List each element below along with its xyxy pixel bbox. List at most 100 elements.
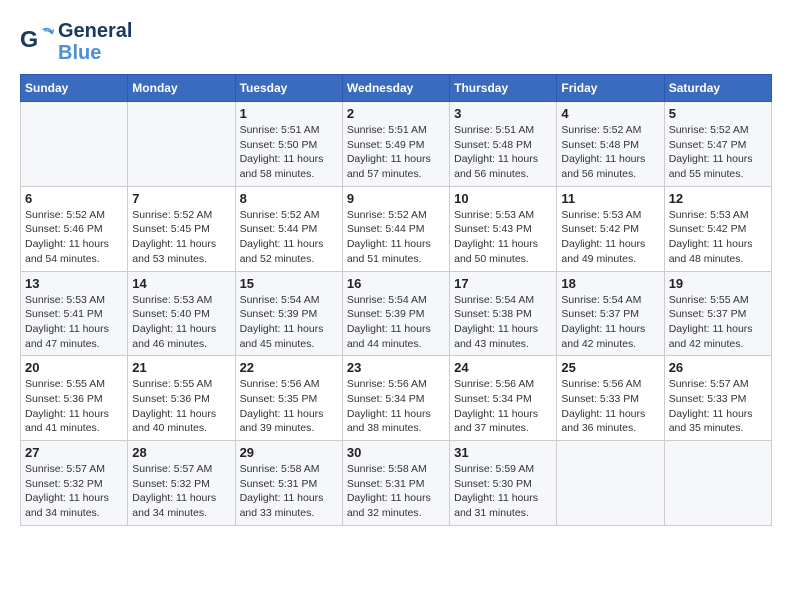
calendar-cell: 1 Sunrise: 5:51 AMSunset: 5:50 PMDaylight…: [235, 102, 342, 187]
day-info: Sunrise: 5:52 AMSunset: 5:45 PMDaylight:…: [132, 208, 230, 267]
day-info: Sunrise: 5:52 AMSunset: 5:44 PMDaylight:…: [240, 208, 338, 267]
day-info: Sunrise: 5:59 AMSunset: 5:30 PMDaylight:…: [454, 462, 552, 521]
calendar-cell: 14 Sunrise: 5:53 AMSunset: 5:40 PMDayligh…: [128, 271, 235, 356]
calendar-day-header: Friday: [557, 75, 664, 102]
calendar-cell: [21, 102, 128, 187]
calendar-cell: 30 Sunrise: 5:58 AMSunset: 5:31 PMDayligh…: [342, 441, 449, 526]
day-info: Sunrise: 5:53 AMSunset: 5:42 PMDaylight:…: [561, 208, 659, 267]
day-number: 5: [669, 106, 767, 121]
day-info: Sunrise: 5:54 AMSunset: 5:37 PMDaylight:…: [561, 293, 659, 352]
calendar-cell: 28 Sunrise: 5:57 AMSunset: 5:32 PMDayligh…: [128, 441, 235, 526]
calendar-cell: [557, 441, 664, 526]
day-number: 28: [132, 445, 230, 460]
calendar-cell: 29 Sunrise: 5:58 AMSunset: 5:31 PMDayligh…: [235, 441, 342, 526]
calendar-cell: 21Sunrise: 5:55 AMSunset: 5:36 PMDayligh…: [128, 356, 235, 441]
calendar-cell: 19Sunrise: 5:55 AMSunset: 5:37 PMDayligh…: [664, 271, 771, 356]
day-number: 18: [561, 276, 659, 291]
day-number: 31: [454, 445, 552, 460]
calendar-cell: 31 Sunrise: 5:59 AMSunset: 5:30 PMDayligh…: [450, 441, 557, 526]
calendar-day-header: Sunday: [21, 75, 128, 102]
day-info: Sunrise: 5:51 AMSunset: 5:48 PMDaylight:…: [454, 123, 552, 182]
calendar-cell: 16 Sunrise: 5:54 AMSunset: 5:39 PMDayligh…: [342, 271, 449, 356]
svg-text:G: G: [20, 26, 38, 52]
day-info: Sunrise: 5:54 AMSunset: 5:39 PMDaylight:…: [240, 293, 338, 352]
calendar-cell: 2 Sunrise: 5:51 AMSunset: 5:49 PMDaylight…: [342, 102, 449, 187]
day-info: Sunrise: 5:52 AMSunset: 5:46 PMDaylight:…: [25, 208, 123, 267]
day-info: Sunrise: 5:56 AMSunset: 5:35 PMDaylight:…: [240, 377, 338, 436]
calendar-cell: 23 Sunrise: 5:56 AMSunset: 5:34 PMDayligh…: [342, 356, 449, 441]
day-info: Sunrise: 5:53 AMSunset: 5:43 PMDaylight:…: [454, 208, 552, 267]
day-info: Sunrise: 5:58 AMSunset: 5:31 PMDaylight:…: [240, 462, 338, 521]
day-number: 12: [669, 191, 767, 206]
calendar-day-header: Thursday: [450, 75, 557, 102]
day-number: 2: [347, 106, 445, 121]
calendar-cell: 5 Sunrise: 5:52 AMSunset: 5:47 PMDaylight…: [664, 102, 771, 187]
day-info: Sunrise: 5:57 AMSunset: 5:33 PMDaylight:…: [669, 377, 767, 436]
day-info: Sunrise: 5:51 AMSunset: 5:49 PMDaylight:…: [347, 123, 445, 182]
calendar-cell: 24Sunrise: 5:56 AMSunset: 5:34 PMDayligh…: [450, 356, 557, 441]
day-number: 23: [347, 360, 445, 375]
day-number: 10: [454, 191, 552, 206]
calendar-day-header: Tuesday: [235, 75, 342, 102]
day-info: Sunrise: 5:58 AMSunset: 5:31 PMDaylight:…: [347, 462, 445, 521]
calendar-cell: 4 Sunrise: 5:52 AMSunset: 5:48 PMDaylight…: [557, 102, 664, 187]
calendar-cell: 7 Sunrise: 5:52 AMSunset: 5:45 PMDaylight…: [128, 186, 235, 271]
calendar-cell: 10 Sunrise: 5:53 AMSunset: 5:43 PMDayligh…: [450, 186, 557, 271]
calendar-cell: [128, 102, 235, 187]
day-info: Sunrise: 5:54 AMSunset: 5:39 PMDaylight:…: [347, 293, 445, 352]
page-header: G General Blue: [20, 20, 772, 64]
day-number: 4: [561, 106, 659, 121]
day-info: Sunrise: 5:53 AMSunset: 5:40 PMDaylight:…: [132, 293, 230, 352]
day-number: 1: [240, 106, 338, 121]
day-number: 20: [25, 360, 123, 375]
calendar-header-row: SundayMondayTuesdayWednesdayThursdayFrid…: [21, 75, 772, 102]
day-number: 7: [132, 191, 230, 206]
calendar-week-row: 27 Sunrise: 5:57 AMSunset: 5:32 PMDayligh…: [21, 441, 772, 526]
calendar-cell: 18 Sunrise: 5:54 AMSunset: 5:37 PMDayligh…: [557, 271, 664, 356]
calendar-cell: 6 Sunrise: 5:52 AMSunset: 5:46 PMDaylight…: [21, 186, 128, 271]
day-number: 16: [347, 276, 445, 291]
logo-icon: G: [20, 22, 56, 63]
logo: G General Blue: [20, 20, 132, 64]
day-number: 11: [561, 191, 659, 206]
day-number: 8: [240, 191, 338, 206]
day-info: Sunrise: 5:57 AMSunset: 5:32 PMDaylight:…: [25, 462, 123, 521]
day-info: Sunrise: 5:53 AMSunset: 5:41 PMDaylight:…: [25, 293, 123, 352]
calendar-table: SundayMondayTuesdayWednesdayThursdayFrid…: [20, 74, 772, 526]
day-number: 19: [669, 276, 767, 291]
day-number: 29: [240, 445, 338, 460]
day-info: Sunrise: 5:53 AMSunset: 5:42 PMDaylight:…: [669, 208, 767, 267]
day-number: 24: [454, 360, 552, 375]
day-info: Sunrise: 5:52 AMSunset: 5:48 PMDaylight:…: [561, 123, 659, 182]
day-number: 17: [454, 276, 552, 291]
calendar-cell: 15 Sunrise: 5:54 AMSunset: 5:39 PMDayligh…: [235, 271, 342, 356]
day-info: Sunrise: 5:57 AMSunset: 5:32 PMDaylight:…: [132, 462, 230, 521]
calendar-cell: 9Sunrise: 5:52 AMSunset: 5:44 PMDaylight…: [342, 186, 449, 271]
day-number: 25: [561, 360, 659, 375]
calendar-cell: 12 Sunrise: 5:53 AMSunset: 5:42 PMDayligh…: [664, 186, 771, 271]
day-number: 9: [347, 191, 445, 206]
logo-general: General: [58, 20, 132, 42]
calendar-day-header: Saturday: [664, 75, 771, 102]
day-number: 6: [25, 191, 123, 206]
day-number: 27: [25, 445, 123, 460]
calendar-cell: [664, 441, 771, 526]
day-info: Sunrise: 5:56 AMSunset: 5:34 PMDaylight:…: [347, 377, 445, 436]
calendar-week-row: 1 Sunrise: 5:51 AMSunset: 5:50 PMDaylight…: [21, 102, 772, 187]
day-number: 15: [240, 276, 338, 291]
day-info: Sunrise: 5:51 AMSunset: 5:50 PMDaylight:…: [240, 123, 338, 182]
logo-blue: Blue: [58, 42, 101, 64]
calendar-week-row: 6 Sunrise: 5:52 AMSunset: 5:46 PMDaylight…: [21, 186, 772, 271]
day-number: 30: [347, 445, 445, 460]
calendar-cell: 17 Sunrise: 5:54 AMSunset: 5:38 PMDayligh…: [450, 271, 557, 356]
day-number: 21: [132, 360, 230, 375]
day-number: 14: [132, 276, 230, 291]
calendar-cell: 27 Sunrise: 5:57 AMSunset: 5:32 PMDayligh…: [21, 441, 128, 526]
calendar-day-header: Monday: [128, 75, 235, 102]
day-info: Sunrise: 5:52 AMSunset: 5:47 PMDaylight:…: [669, 123, 767, 182]
day-info: Sunrise: 5:54 AMSunset: 5:38 PMDaylight:…: [454, 293, 552, 352]
calendar-cell: 25Sunrise: 5:56 AMSunset: 5:33 PMDayligh…: [557, 356, 664, 441]
calendar-cell: 22Sunrise: 5:56 AMSunset: 5:35 PMDayligh…: [235, 356, 342, 441]
calendar-week-row: 13Sunrise: 5:53 AMSunset: 5:41 PMDayligh…: [21, 271, 772, 356]
calendar-day-header: Wednesday: [342, 75, 449, 102]
